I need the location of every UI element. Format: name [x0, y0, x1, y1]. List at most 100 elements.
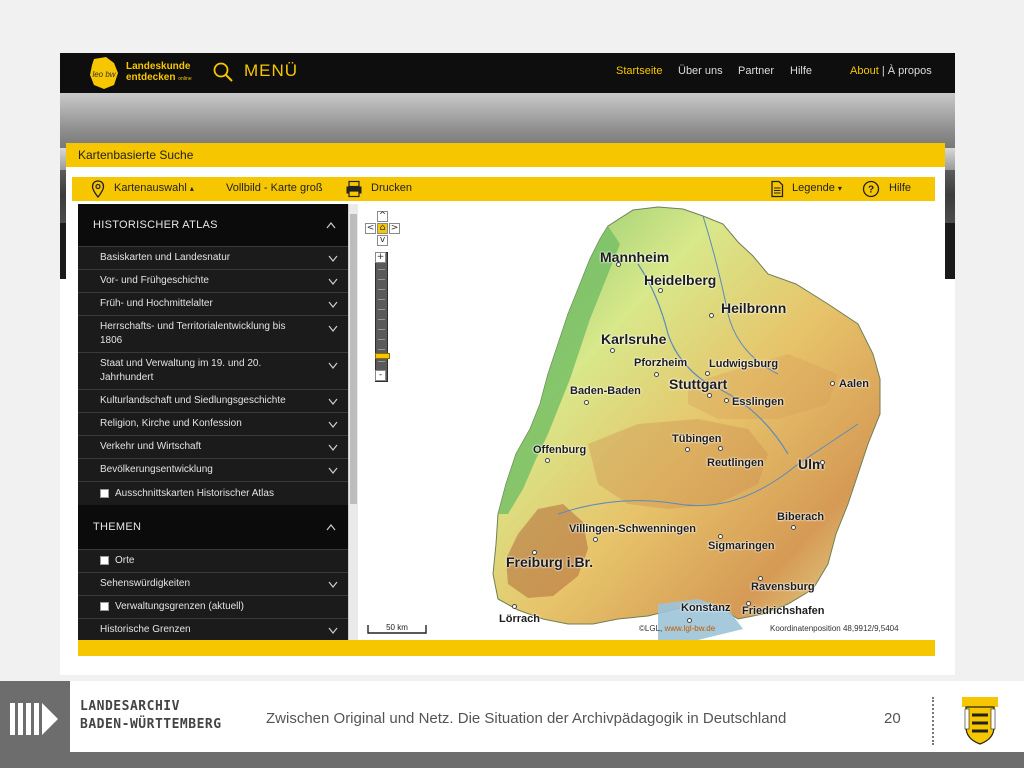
- map-credit: ©LGL, www.lgl-bw.de: [639, 624, 715, 633]
- sidebar-item-sehenswuerdigkeiten[interactable]: Sehenswürdigkeiten: [78, 572, 348, 595]
- panel-footer-bar: [78, 640, 935, 656]
- ausschnittskarten-label: Ausschnittskarten Historischer Atlas: [115, 488, 274, 499]
- sidebar-item-kulturlandschaft[interactable]: Kulturlandschaft und Siedlungsgeschichte: [78, 389, 348, 412]
- city-dot: [791, 525, 796, 530]
- credit-link[interactable]: www.lgl-bw.de: [664, 624, 715, 633]
- search-icon[interactable]: [212, 61, 234, 83]
- chevron-up-icon: [326, 222, 336, 229]
- city-dot: [746, 601, 751, 606]
- zoom-tick: [378, 299, 385, 300]
- nav-apropos[interactable]: À propos: [888, 65, 932, 77]
- sidebar-item-label: Herrschafts- und Territorialentwicklung …: [100, 321, 286, 346]
- zoom-in-button[interactable]: +: [375, 252, 386, 263]
- city-dot: [610, 348, 615, 353]
- sidebar-item-verwaltungsgrenzen: Verwaltungsgrenzen (aktuell): [78, 595, 348, 618]
- hilfe-button[interactable]: Hilfe: [889, 182, 911, 194]
- nav-ueber-uns[interactable]: Über uns: [678, 65, 723, 77]
- sidebar-item-mittelalter[interactable]: Früh- und Hochmittelalter: [78, 292, 348, 315]
- landesarchiv-logo-icon: [10, 703, 58, 735]
- city-label: Biberach: [777, 511, 825, 523]
- chevron-down-icon: [328, 421, 338, 428]
- city-dot: [512, 604, 517, 609]
- pan-right-button[interactable]: >: [389, 223, 400, 234]
- chevron-down-icon: [328, 325, 338, 332]
- city-dot: [593, 537, 598, 542]
- footer-divider: [932, 697, 934, 745]
- city-label: Villingen-Schwenningen: [569, 523, 696, 535]
- coordinate-readout: Koordinatenposition 48,9912/9,5404: [770, 624, 899, 633]
- city-dot: [718, 534, 723, 539]
- state-relief-map: [492, 206, 881, 640]
- sidebar-item-vorgeschichte[interactable]: Vor- und Frühgeschichte: [78, 269, 348, 292]
- zoom-tick: [378, 319, 385, 320]
- svg-text:?: ?: [868, 185, 874, 196]
- chevron-up-icon: [326, 524, 336, 531]
- kartenauswahl-dropdown[interactable]: Kartenauswahl ▴: [114, 182, 194, 194]
- site-header: leo bw Landeskunde entdecken online MENÜ…: [60, 53, 955, 93]
- city-dot: [707, 393, 712, 398]
- coat-of-arms-icon: [962, 697, 998, 745]
- zoom-tick: [378, 269, 385, 270]
- sidebar-scrollbar[interactable]: [348, 204, 358, 640]
- pan-left-button[interactable]: <: [365, 223, 376, 234]
- map-view[interactable]: ^ < ⌂ > v + - Mannheim Heidelberg Heilbr…: [358, 204, 935, 640]
- logo-line-2: entdecken online: [126, 72, 192, 85]
- drucken-button[interactable]: Drucken: [371, 182, 412, 194]
- city-dot: [718, 446, 723, 451]
- city-label: Ravensburg: [751, 581, 815, 593]
- section-themen[interactable]: THEMEN: [78, 505, 348, 549]
- chevron-down-icon: [328, 301, 338, 308]
- ausschnittskarten-checkbox[interactable]: [100, 489, 109, 498]
- pan-down-button[interactable]: v: [377, 235, 388, 246]
- city-dot: [687, 618, 692, 623]
- legende-dropdown[interactable]: Legende ▾: [792, 182, 842, 194]
- sidebar-item-staat-verwaltung[interactable]: Staat und Verwaltung im 19. und 20. Jahr…: [78, 352, 348, 389]
- website-screenshot: leo bw Landeskunde entdecken online MENÜ…: [60, 53, 955, 675]
- zoom-tick: [378, 339, 385, 340]
- sidebar-item-label: Verkehr und Wirtschaft: [100, 441, 202, 452]
- sidebar-item-bevoelkerung[interactable]: Bevölkerungsentwicklung: [78, 458, 348, 481]
- pan-up-button[interactable]: ^: [377, 211, 388, 222]
- sidebar-item-label: Vor- und Frühgeschichte: [100, 275, 209, 286]
- sidebar-item-basiskarten[interactable]: Basiskarten und Landesnatur: [78, 246, 348, 269]
- orte-checkbox[interactable]: [100, 556, 109, 565]
- logo-line-1: Landeskunde: [126, 61, 191, 72]
- city-label: Esslingen: [732, 396, 784, 408]
- section-historischer-atlas[interactable]: HISTORISCHER ATLAS: [78, 204, 348, 246]
- chevron-down-icon: [328, 255, 338, 262]
- nav-hilfe[interactable]: Hilfe: [790, 65, 812, 77]
- city-label: Offenburg: [533, 444, 587, 456]
- sidebar-item-verkehr[interactable]: Verkehr und Wirtschaft: [78, 435, 348, 458]
- layer-sidebar: HISTORISCHER ATLAS Basiskarten und Lande…: [78, 204, 348, 640]
- city-dot: [724, 398, 729, 403]
- section-historischer-atlas-title: HISTORISCHER ATLAS: [93, 219, 218, 231]
- zoom-tick: [378, 309, 385, 310]
- city-dot: [820, 460, 825, 465]
- city-label: Ludwigsburg: [709, 358, 779, 370]
- zoom-slider-handle[interactable]: [375, 353, 390, 359]
- map-pin-icon: [91, 180, 105, 198]
- site-logo[interactable]: leo bw Landeskunde entdecken online: [86, 55, 196, 91]
- verwaltungsgrenzen-checkbox[interactable]: [100, 602, 109, 611]
- zoom-out-button[interactable]: -: [375, 370, 386, 381]
- zoom-slider[interactable]: + -: [375, 252, 390, 382]
- sidebar-item-territorialentwicklung[interactable]: Herrschafts- und Territorialentwicklung …: [78, 315, 348, 352]
- nav-partner[interactable]: Partner: [738, 65, 774, 77]
- home-icon[interactable]: ⌂: [377, 223, 388, 234]
- vollbild-button[interactable]: Vollbild - Karte groß: [226, 182, 323, 194]
- sidebar-item-orte: Orte: [78, 549, 348, 572]
- sidebar-item-religion[interactable]: Religion, Kirche und Konfession: [78, 412, 348, 435]
- city-dot: [545, 458, 550, 463]
- sidebar-item-historische-grenzen[interactable]: Historische Grenzen: [78, 618, 348, 640]
- chevron-down-icon: [328, 444, 338, 451]
- city-dot: [758, 576, 763, 581]
- city-dot: [584, 400, 589, 405]
- nav-startseite[interactable]: Startseite: [616, 65, 662, 77]
- menu-button[interactable]: MENÜ: [244, 61, 298, 81]
- sidebar-item-label: Basiskarten und Landesnatur: [100, 252, 231, 263]
- document-icon: [771, 180, 784, 198]
- nav-about[interactable]: About: [850, 65, 879, 77]
- sidebar-scrollbar-thumb[interactable]: [350, 214, 357, 504]
- caret-down-icon: ▾: [837, 184, 842, 193]
- printer-icon: [346, 180, 362, 198]
